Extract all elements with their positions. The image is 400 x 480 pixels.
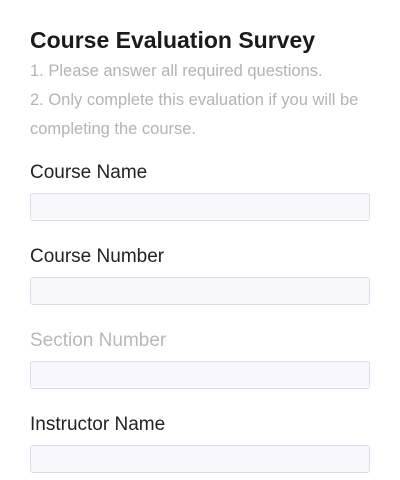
course-number-input[interactable] [30,277,370,305]
course-evaluation-form: Course Evaluation Survey 1. Please answe… [0,0,400,480]
section-number-input[interactable] [30,361,370,389]
course-name-input[interactable] [30,193,370,221]
section-number-label: Section Number [30,330,167,351]
instructor-name-label: Instructor Name [30,414,166,435]
course-number-field-group: Course Number [30,245,370,305]
instruction-item: 1. Please answer all required questions. [30,62,323,80]
section-number-field-group: Section Number [30,329,370,389]
form-instructions: 1. Please answer all required questions.… [30,57,370,144]
course-name-field-group: Course Name [30,161,370,221]
instructor-name-field-group: Instructor Name [30,413,370,473]
course-number-label: Course Number [30,246,165,267]
instructor-name-input[interactable] [30,445,370,473]
instruction-item: 2. Only complete this evaluation if you … [30,91,359,138]
course-name-label: Course Name [30,162,148,183]
form-title: Course Evaluation Survey [30,27,316,53]
